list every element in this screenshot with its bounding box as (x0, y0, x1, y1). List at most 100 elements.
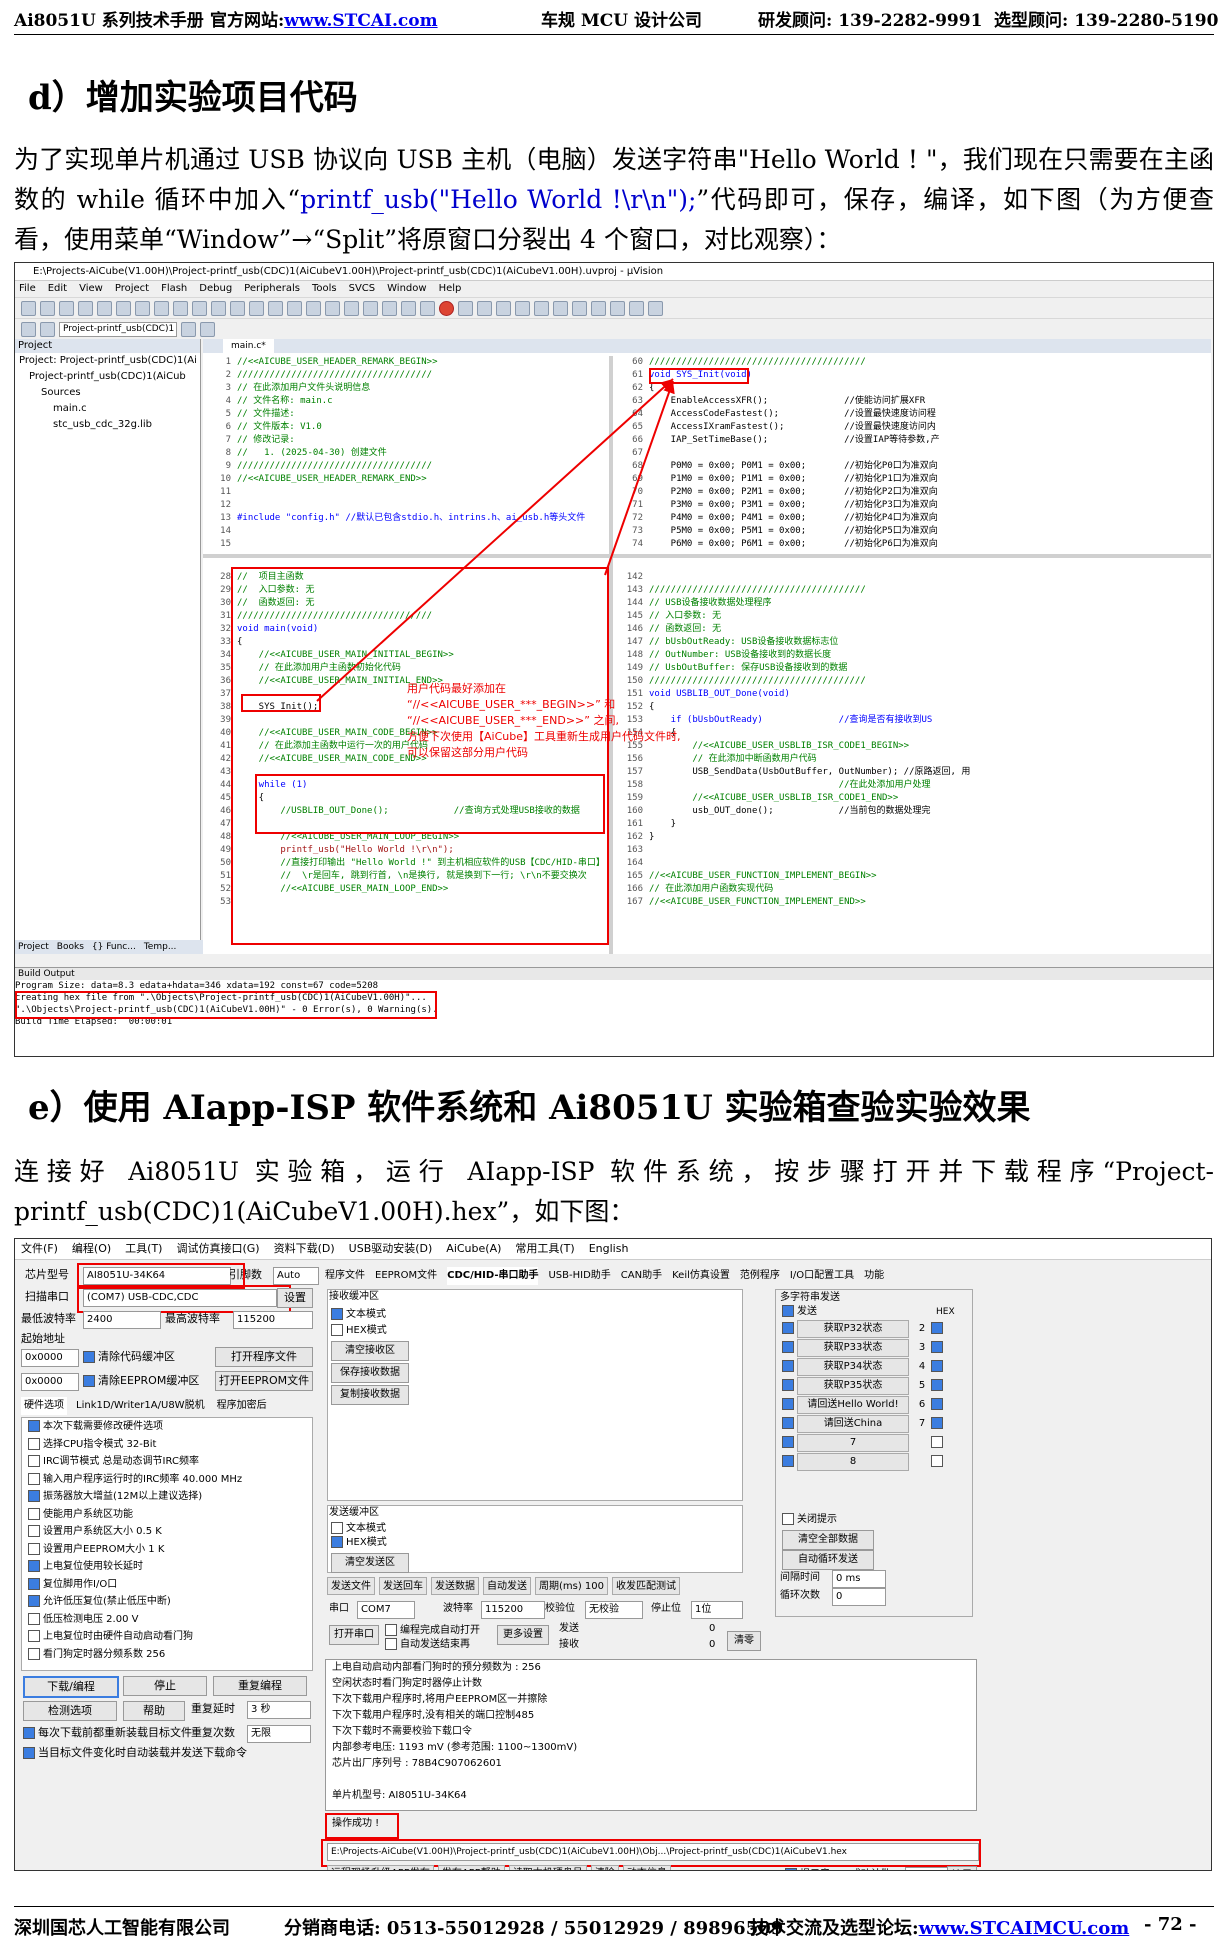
hw-option-check[interactable] (28, 1472, 40, 1485)
isp-menu-item[interactable]: USB驱动安装(D) (349, 1242, 433, 1255)
multi-item-hex[interactable] (931, 1341, 943, 1353)
multi-send-label[interactable]: 发送 (782, 1304, 817, 1320)
right-tab[interactable]: CAN助手 (621, 1267, 662, 1285)
send-row-item[interactable]: 周期(ms) 100 (535, 1577, 609, 1595)
hw-option-check[interactable] (28, 1525, 40, 1537)
bottom-bar-button[interactable]: 发布APP帮助 (437, 1865, 505, 1870)
forum-link[interactable]: www.STCAIMCU.com (919, 1918, 1130, 1939)
multi-item[interactable]: 获取P34状态 4 (782, 1358, 968, 1376)
project-bottom-tab[interactable]: Project (18, 940, 49, 954)
right-tab[interactable]: 范例程序 (740, 1267, 780, 1285)
menu-item[interactable]: Project (115, 283, 149, 294)
isp-menu-item[interactable]: English (589, 1242, 629, 1255)
isp-menu-item[interactable]: AiCube(A) (446, 1242, 501, 1255)
multi-item-hex[interactable] (931, 1417, 943, 1429)
toolbar-icon[interactable] (249, 300, 264, 316)
toolbar-icon[interactable] (287, 300, 302, 316)
clear-all-button[interactable]: 清空全部数据 (782, 1530, 874, 1550)
multi-item-button[interactable]: 7 (797, 1434, 909, 1452)
baud-select[interactable]: 115200 (481, 1601, 545, 1619)
hw-option-check[interactable] (28, 1630, 40, 1642)
left-tab[interactable]: 硬件选项 (21, 1397, 67, 1415)
hw-option-check[interactable] (28, 1437, 40, 1450)
menu-item[interactable]: Tools (312, 283, 337, 294)
multi-item-hex[interactable] (931, 1322, 943, 1334)
clear-send-button[interactable]: 清空发送区 (331, 1553, 409, 1573)
parity-select[interactable]: 无校验 (585, 1601, 643, 1619)
left-tab[interactable]: 程序加密后 (214, 1397, 270, 1415)
multi-item-button[interactable]: 获取P35状态 (797, 1377, 909, 1395)
multi-item-check[interactable] (782, 1417, 794, 1429)
toolbar-icon[interactable] (325, 300, 340, 316)
toolbar-icon[interactable] (363, 300, 378, 316)
hw-option-check[interactable] (28, 1507, 40, 1520)
menu-item[interactable]: Help (439, 283, 462, 294)
interval-input[interactable]: 0 ms (832, 1570, 886, 1588)
multi-item[interactable]: 获取P33状态 3 (782, 1339, 968, 1357)
right-tab[interactable]: EEPROM文件 (375, 1267, 437, 1285)
send-hex-mode[interactable]: HEX模式 (331, 1535, 387, 1551)
toolbar-icon[interactable] (192, 300, 207, 316)
menu-item[interactable]: File (19, 283, 36, 294)
repeat-delay-select[interactable]: 3 秒 (247, 1701, 311, 1719)
recv-hex-mode[interactable]: HEX模式 (331, 1323, 387, 1339)
toolbar-icon[interactable] (629, 300, 644, 316)
hw-option[interactable]: 上电复位时由硬件自动启动看门狗 (22, 1628, 312, 1646)
multi-item[interactable]: 7 (782, 1434, 968, 1452)
save-receive-button[interactable]: 保存接收数据 (331, 1363, 409, 1383)
toolbar-icon[interactable] (610, 300, 625, 316)
auto-close-check[interactable]: 自动发送结束再 (385, 1637, 470, 1653)
clear-receive-button[interactable]: 清空接收区 (331, 1341, 409, 1361)
multi-item[interactable]: 获取P35状态 5 (782, 1377, 968, 1395)
isp-menu-item[interactable]: 资料下载(D) (274, 1242, 335, 1255)
multi-item[interactable]: 请回送Hello World! 6 (782, 1396, 968, 1414)
build-icon[interactable] (40, 321, 55, 337)
send-row-item[interactable]: 自动发送 (483, 1577, 531, 1595)
isp-menu-item[interactable]: 调试仿真接口(G) (176, 1242, 259, 1255)
multi-item-hex[interactable] (931, 1455, 943, 1467)
toolbar-icon[interactable] (439, 300, 454, 316)
auto-loop-button[interactable]: 自动循环发送 (782, 1550, 874, 1570)
hw-option[interactable]: 低压检测电压 2.00 V (22, 1611, 312, 1629)
hw-option-check[interactable] (28, 1560, 40, 1572)
bottom-bar-button[interactable]: 远程现场升级APP发布 (327, 1865, 434, 1870)
right-tab[interactable]: 程序文件 (325, 1267, 365, 1285)
copy-receive-button[interactable]: 复制接收数据 (331, 1385, 409, 1405)
toolbar-icon[interactable] (21, 300, 36, 316)
multi-item-check[interactable] (782, 1436, 794, 1448)
tree-item[interactable]: stc_usb_cdc_32g.lib (15, 417, 200, 433)
multi-item[interactable]: 请回送China 7 (782, 1415, 968, 1433)
toolbar-icon[interactable] (211, 300, 226, 316)
min-baud-select[interactable]: 2400 (83, 1311, 161, 1329)
hw-option-check[interactable] (28, 1595, 40, 1607)
menu-item[interactable]: View (79, 283, 103, 294)
hw-option[interactable]: 上电复位使用较长延时 (22, 1558, 312, 1576)
menu-item[interactable]: Flash (161, 283, 187, 294)
toolbar-icon[interactable] (401, 300, 416, 316)
toolbar-icon[interactable] (97, 300, 112, 316)
toolbar-icon[interactable] (173, 300, 188, 316)
close-hint-check[interactable]: 关闭提示 (782, 1512, 837, 1528)
multi-item-button[interactable]: 请回送Hello World! (797, 1396, 909, 1414)
menu-item[interactable]: Debug (199, 283, 232, 294)
hw-option[interactable]: 允许低压复位(禁止低压中断) (22, 1593, 312, 1611)
multi-item-check[interactable] (782, 1341, 794, 1353)
toolbar-icon[interactable] (306, 300, 321, 316)
toolbar-icon[interactable] (116, 300, 131, 316)
repeat-program-button[interactable]: 重复编程 (213, 1676, 307, 1696)
menu-item[interactable]: Window (387, 283, 426, 294)
stop-select[interactable]: 1位 (691, 1601, 743, 1619)
multi-item-check[interactable] (782, 1398, 794, 1410)
send-row-item[interactable]: 收发匹配测试 (612, 1577, 681, 1595)
manage-icon[interactable] (200, 321, 215, 337)
eeprom-addr-input[interactable]: 0x0000 (21, 1373, 79, 1391)
options-icon[interactable] (181, 321, 196, 337)
tree-item[interactable]: Project: Project-printf_usb(CDC)1(Ai (15, 353, 200, 369)
hw-option[interactable]: 输入用户程序运行时的IRC频率 40.000 MHz (22, 1471, 312, 1489)
toolbar-icon[interactable] (648, 300, 663, 316)
tree-item[interactable]: Sources (15, 385, 200, 401)
toolbar-icon[interactable] (477, 300, 492, 316)
port-settings-button[interactable]: 设置 (277, 1288, 313, 1308)
right-tab[interactable]: 功能 (864, 1267, 884, 1285)
toolbar-icon[interactable] (591, 300, 606, 316)
